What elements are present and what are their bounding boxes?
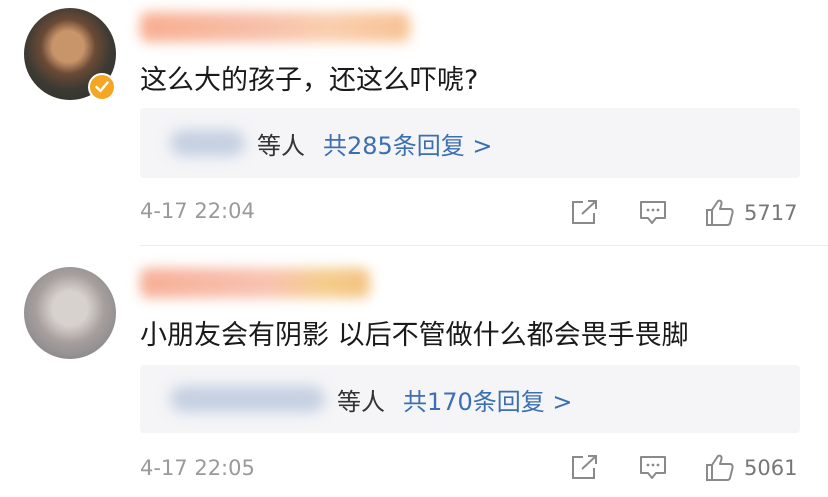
username-blurred[interactable] — [140, 12, 410, 42]
avatar[interactable] — [24, 267, 116, 359]
like-count: 5061 — [744, 456, 798, 480]
replies-summary[interactable]: 等人 共170条回复 > — [140, 365, 800, 433]
comment-text: 小朋友会有阴影 以后不管做什么都会畏手畏脚 — [140, 320, 689, 351]
replies-etc-label: 等人 — [257, 131, 305, 160]
share-button[interactable] — [570, 198, 600, 226]
comment-item: 这么大的孩子，还这么吓唬? 等人 共285条回复 > 4-17 22:04 57… — [0, 0, 828, 245]
comment-icon — [640, 456, 666, 479]
reply-button[interactable] — [638, 198, 668, 226]
like-button[interactable]: 5717 — [704, 198, 797, 228]
verified-badge-icon — [88, 73, 116, 101]
replies-etc-label: 等人 — [337, 387, 385, 416]
comment-text: 这么大的孩子，还这么吓唬? — [140, 65, 479, 96]
thumbs-up-icon — [706, 454, 734, 481]
thumbs-up-icon — [706, 199, 734, 226]
replier-names-blurred — [170, 386, 325, 412]
share-icon — [572, 455, 597, 479]
comment-icon — [640, 201, 666, 224]
like-button[interactable]: 5061 — [704, 453, 797, 483]
comment-timestamp: 4-17 22:05 — [140, 456, 255, 480]
comment-timestamp: 4-17 22:04 — [140, 199, 255, 223]
replies-summary[interactable]: 等人 共285条回复 > — [140, 108, 800, 178]
share-icon — [572, 200, 597, 224]
comment-item: 小朋友会有阴影 以后不管做什么都会畏手畏脚 等人 共170条回复 > 4-17 … — [0, 246, 828, 497]
like-count: 5717 — [744, 201, 798, 225]
view-replies-link[interactable]: 共170条回复 > — [403, 382, 573, 417]
share-button[interactable] — [570, 453, 600, 481]
username-blurred[interactable] — [140, 268, 370, 298]
reply-button[interactable] — [638, 453, 668, 481]
view-replies-link[interactable]: 共285条回复 > — [323, 126, 493, 161]
replier-names-blurred — [170, 130, 245, 156]
